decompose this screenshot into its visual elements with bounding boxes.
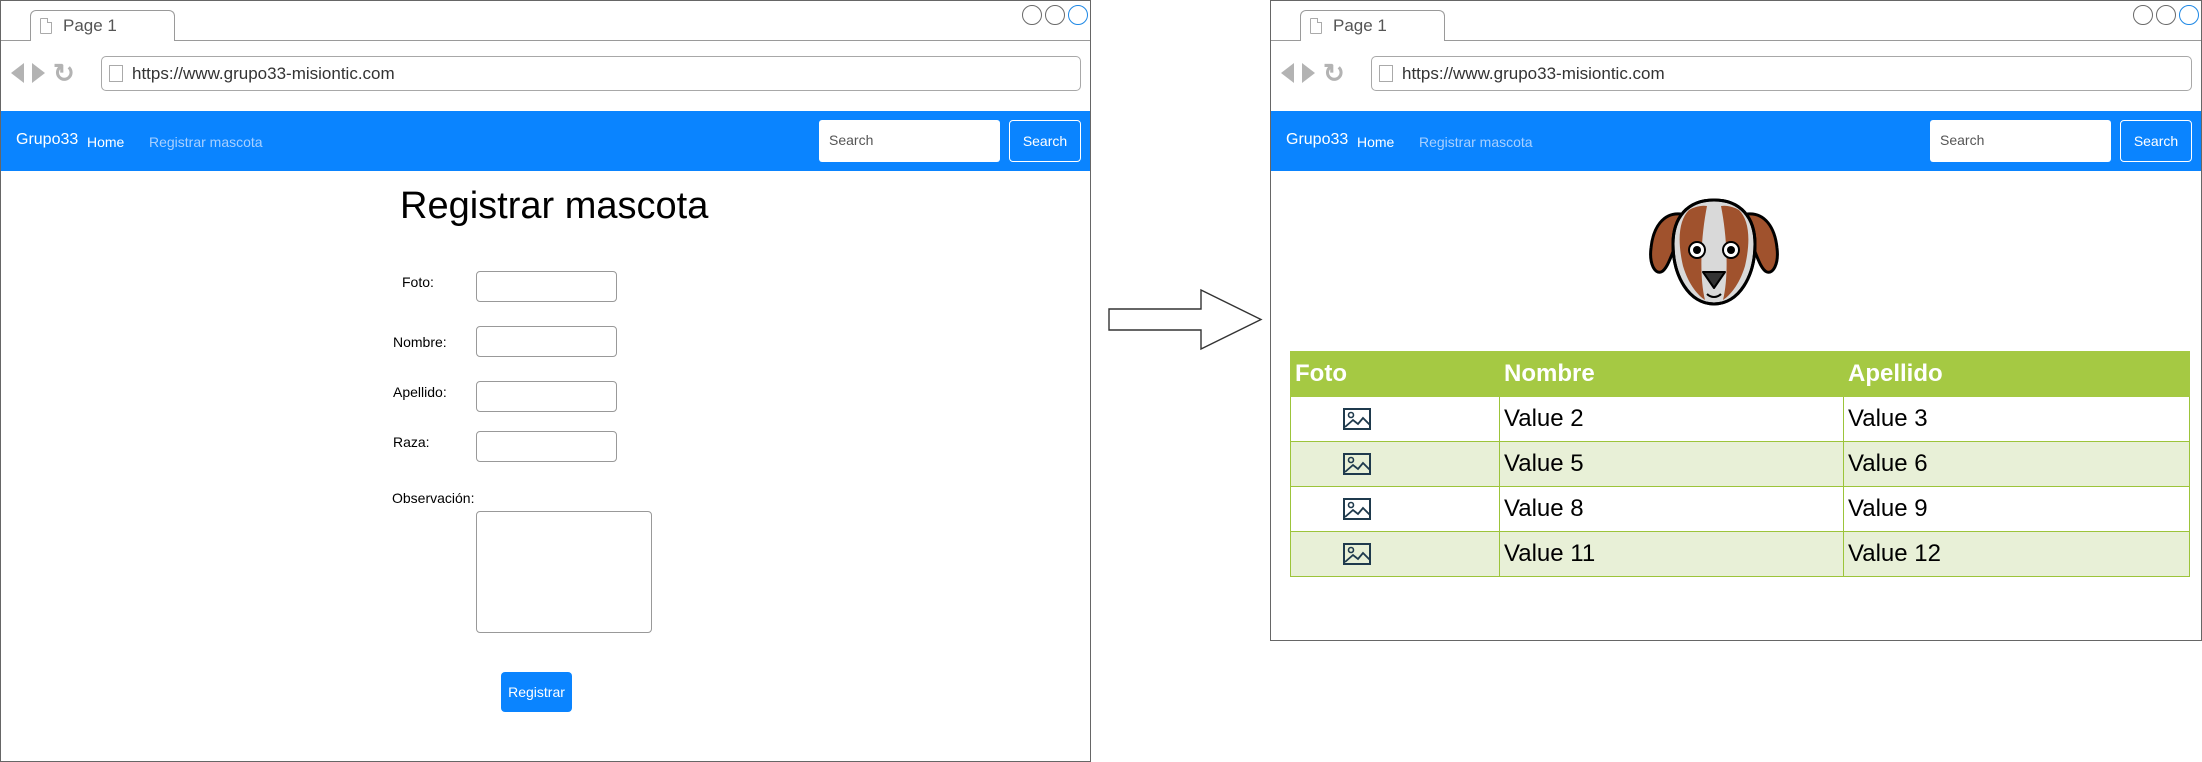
- nav-link-registrar-mascota[interactable]: Registrar mascota: [149, 134, 263, 150]
- observacion-textarea[interactable]: [476, 511, 652, 633]
- back-arrow-icon[interactable]: [11, 63, 24, 83]
- forward-arrow-icon[interactable]: [1302, 63, 1315, 83]
- forward-arrow-icon[interactable]: [32, 63, 45, 83]
- apellido-cell: Value 6: [1843, 441, 2190, 487]
- close-button[interactable]: [1068, 5, 1088, 25]
- site-navbar: Grupo33 Home Registrar mascota Search Se…: [1271, 111, 2201, 171]
- table-row[interactable]: Value 8 Value 9: [1290, 486, 2190, 532]
- page-title: Registrar mascota: [400, 185, 709, 227]
- search-input[interactable]: Search: [819, 120, 1000, 162]
- nombre-input[interactable]: [476, 326, 617, 357]
- page-icon: [109, 65, 123, 82]
- page-icon: [1310, 18, 1322, 34]
- nav-link-home[interactable]: Home: [1357, 134, 1394, 150]
- nombre-cell: Value 11: [1499, 531, 1844, 577]
- foto-label: Foto:: [402, 274, 434, 290]
- nombre-label: Nombre:: [393, 334, 447, 350]
- pets-table: Foto Nombre Apellido Value 2 Value 3 Val…: [1290, 351, 2190, 577]
- minimize-button[interactable]: [2133, 5, 2153, 25]
- tab-bar: Page 1: [1, 1, 1090, 41]
- page-icon: [40, 18, 52, 34]
- dog-face-icon: [1649, 198, 1779, 306]
- browser-tab[interactable]: Page 1: [30, 10, 175, 41]
- browser-window-form: Page 1 ↻ https://www.grupo33-misiontic.c…: [0, 0, 1091, 762]
- table-row[interactable]: Value 5 Value 6: [1290, 441, 2190, 487]
- address-bar[interactable]: https://www.grupo33-misiontic.com: [101, 56, 1081, 91]
- nombre-cell: Value 5: [1499, 441, 1844, 487]
- tab-bar: Page 1: [1271, 1, 2201, 41]
- browser-window-list: Page 1 ↻ https://www.grupo33-misiontic.c…: [1270, 0, 2202, 641]
- address-bar[interactable]: https://www.grupo33-misiontic.com: [1371, 56, 2192, 91]
- image-icon: [1343, 498, 1371, 520]
- image-icon: [1343, 453, 1371, 475]
- image-icon: [1343, 408, 1371, 430]
- nombre-cell: Value 8: [1499, 486, 1844, 532]
- close-button[interactable]: [2179, 5, 2199, 25]
- minimize-button[interactable]: [1022, 5, 1042, 25]
- apellido-cell: Value 3: [1843, 396, 2190, 442]
- table-header-row: Foto Nombre Apellido: [1290, 351, 2190, 397]
- maximize-button[interactable]: [1045, 5, 1065, 25]
- foto-input[interactable]: [476, 271, 617, 302]
- window-controls: [2133, 5, 2199, 25]
- url-text: https://www.grupo33-misiontic.com: [1402, 64, 1665, 83]
- apellido-label: Apellido:: [393, 384, 447, 400]
- browser-tab[interactable]: Page 1: [1300, 10, 1445, 41]
- flow-arrow: [1108, 288, 1263, 351]
- observacion-label: Observación:: [392, 490, 475, 506]
- nav-link-registrar-mascota[interactable]: Registrar mascota: [1419, 134, 1533, 150]
- apellido-cell: Value 12: [1843, 531, 2190, 577]
- page-icon: [1379, 65, 1393, 82]
- raza-input[interactable]: [476, 431, 617, 462]
- raza-label: Raza:: [393, 434, 430, 450]
- search-button[interactable]: Search: [1009, 120, 1081, 162]
- nombre-cell: Value 2: [1499, 396, 1844, 442]
- site-navbar: Grupo33 Home Registrar mascota Search Se…: [1, 111, 1090, 171]
- image-icon: [1343, 543, 1371, 565]
- tab-title: Page 1: [1333, 16, 1387, 35]
- foto-cell: [1290, 441, 1500, 487]
- nav-link-home[interactable]: Home: [87, 134, 124, 150]
- column-header-nombre: Nombre: [1499, 351, 1844, 397]
- browser-nav-buttons: ↻: [11, 60, 75, 86]
- tab-title: Page 1: [63, 16, 117, 35]
- search-input[interactable]: Search: [1930, 120, 2111, 162]
- browser-nav-buttons: ↻: [1281, 60, 1345, 86]
- url-text: https://www.grupo33-misiontic.com: [132, 64, 395, 83]
- brand-logo[interactable]: Grupo33: [16, 131, 78, 149]
- apellido-input[interactable]: [476, 381, 617, 412]
- back-arrow-icon[interactable]: [1281, 63, 1294, 83]
- reload-icon[interactable]: ↻: [53, 60, 75, 86]
- foto-cell: [1290, 486, 1500, 532]
- foto-cell: [1290, 531, 1500, 577]
- table-row[interactable]: Value 2 Value 3: [1290, 396, 2190, 442]
- window-controls: [1022, 5, 1088, 25]
- foto-cell: [1290, 396, 1500, 442]
- table-row[interactable]: Value 11 Value 12: [1290, 531, 2190, 577]
- search-button[interactable]: Search: [2120, 120, 2192, 162]
- registrar-button[interactable]: Registrar: [501, 672, 572, 712]
- reload-icon[interactable]: ↻: [1323, 60, 1345, 86]
- apellido-cell: Value 9: [1843, 486, 2190, 532]
- column-header-foto: Foto: [1290, 351, 1500, 397]
- brand-logo[interactable]: Grupo33: [1286, 131, 1348, 149]
- column-header-apellido: Apellido: [1843, 351, 2190, 397]
- maximize-button[interactable]: [2156, 5, 2176, 25]
